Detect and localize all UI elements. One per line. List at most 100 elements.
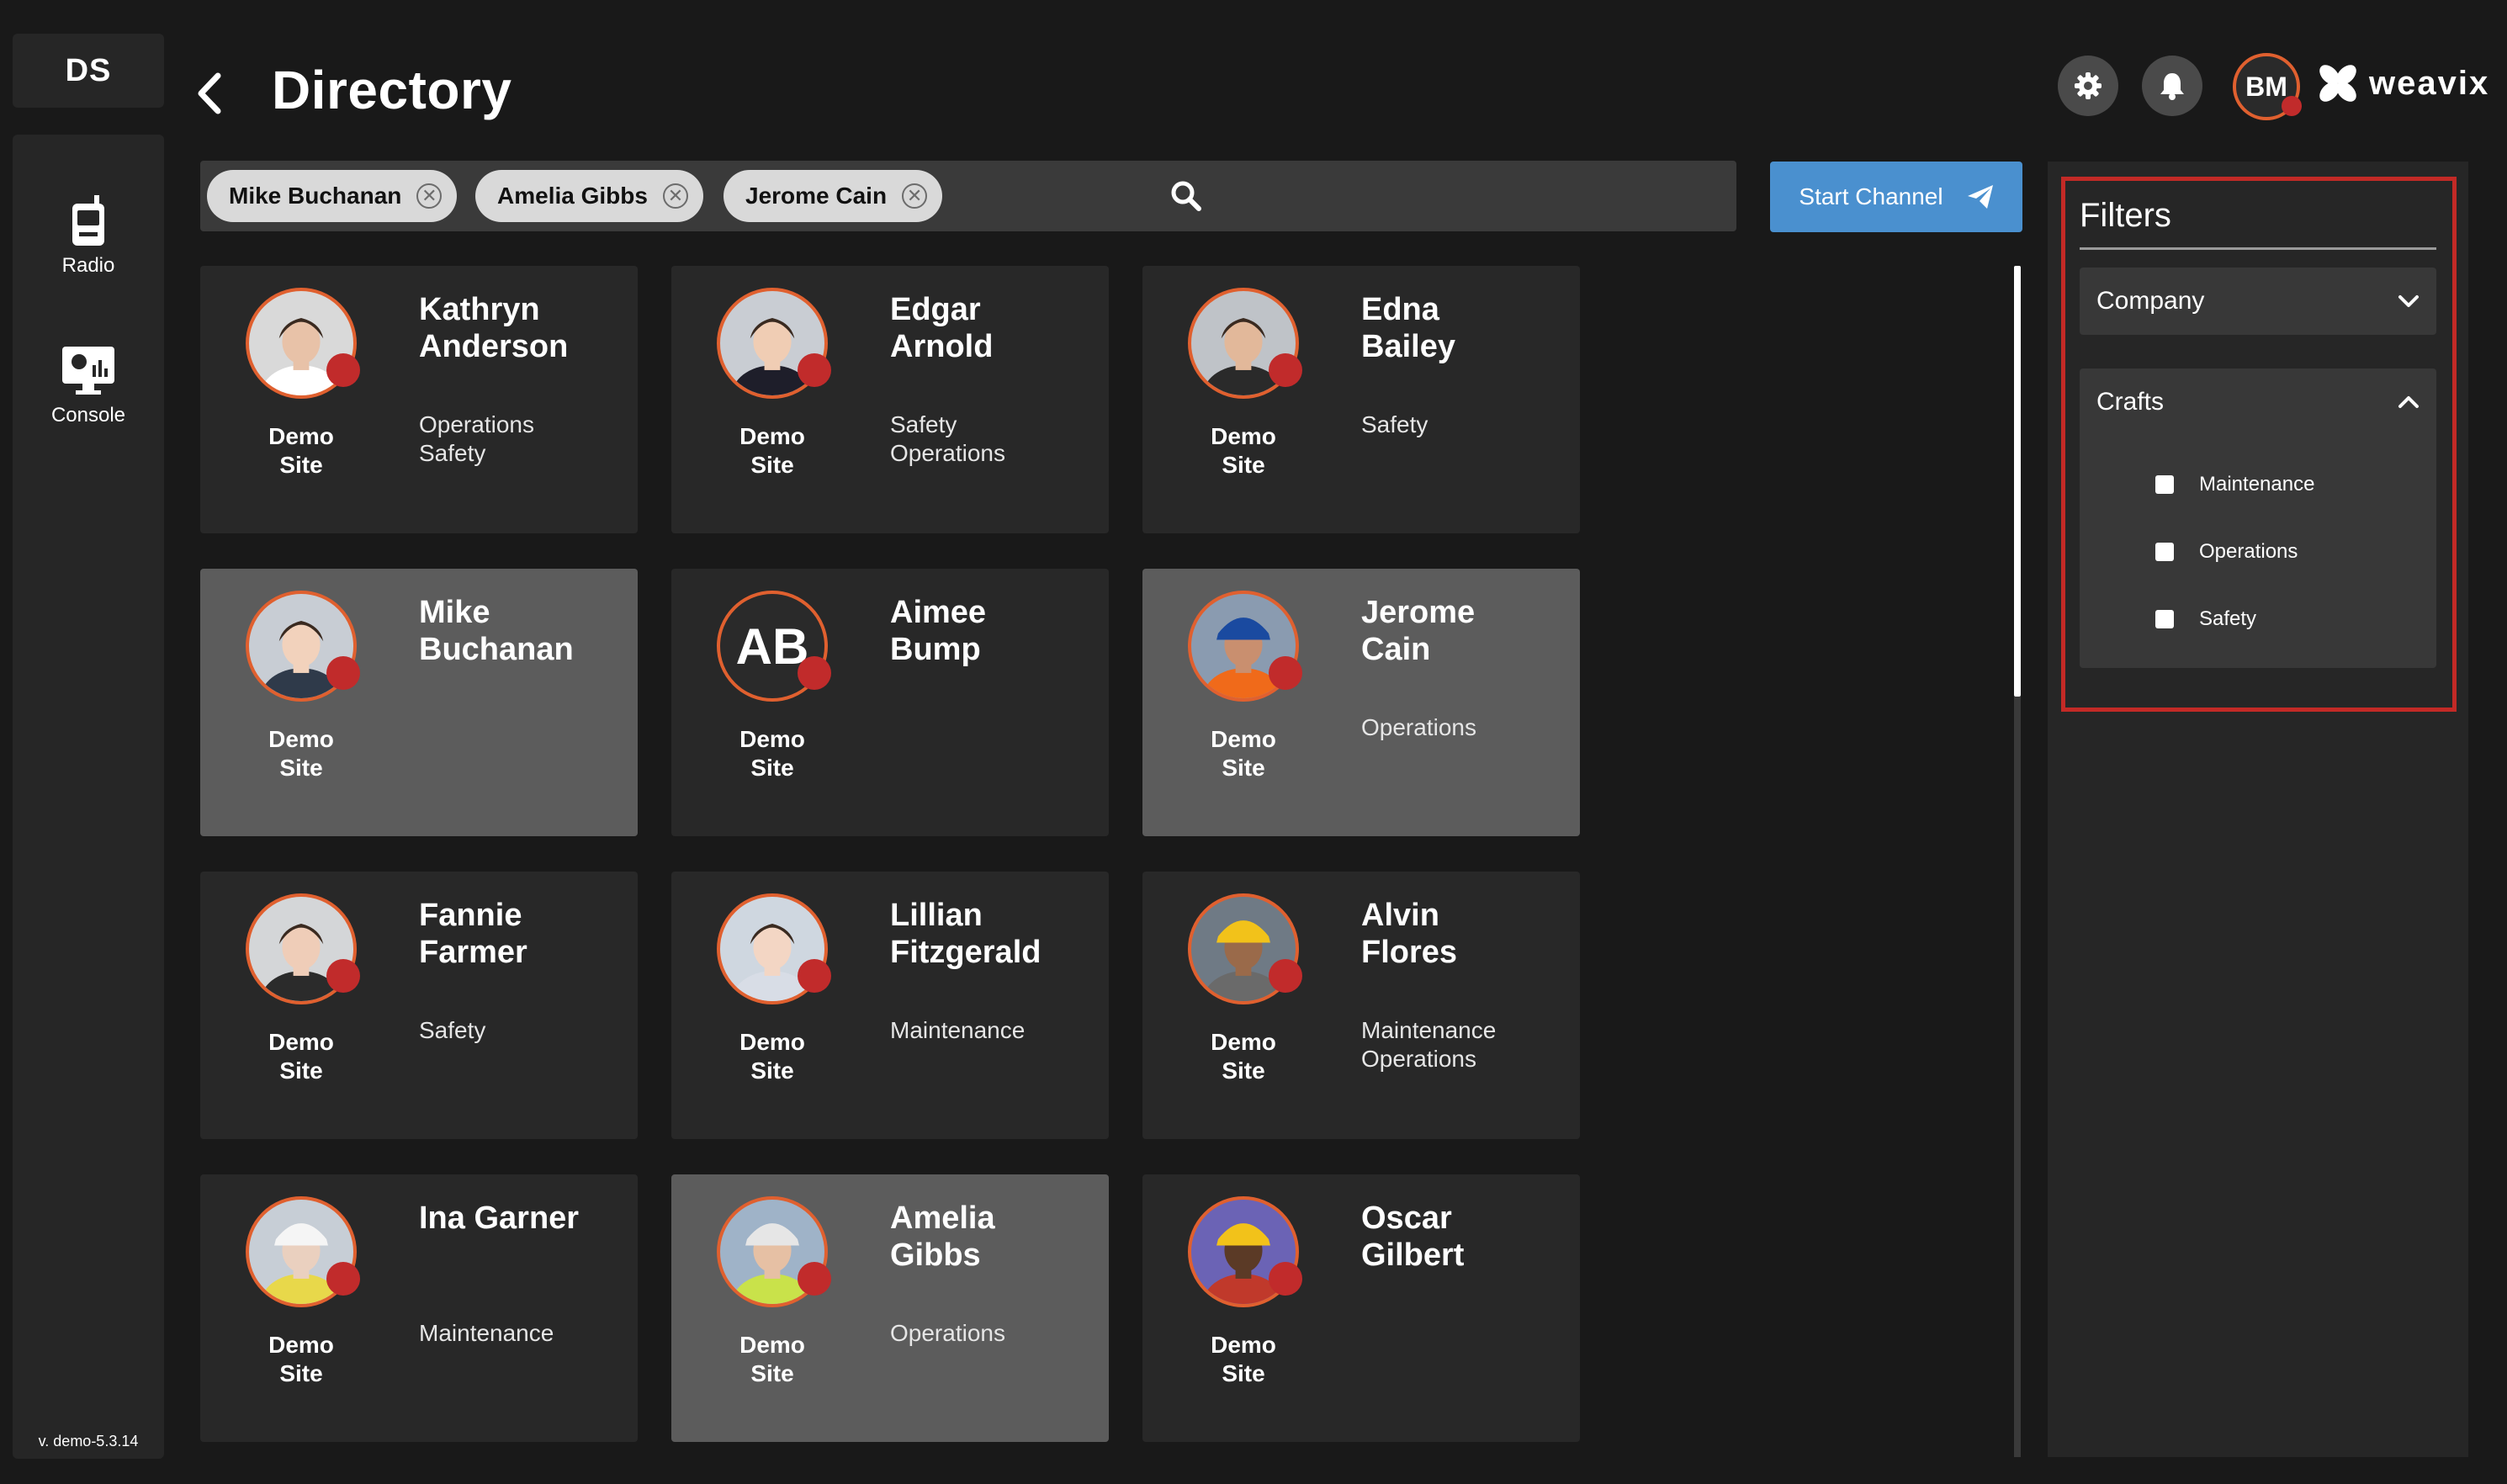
craft-label: Safety <box>890 411 957 437</box>
person-name-first: Lillian <box>890 898 983 933</box>
scrollbar-thumb[interactable] <box>2014 266 2021 697</box>
person-site: Demo Site <box>705 725 840 782</box>
remove-chip-icon[interactable]: ✕ <box>416 183 443 209</box>
person-card[interactable]: Demo Site Kathryn Anderson Operations Safety <box>200 266 638 533</box>
person-name-last: Flores <box>1361 935 1458 970</box>
person-card[interactable]: Demo Site Lillian Fitzgerald Maintenance <box>671 872 1109 1139</box>
gear-icon <box>2075 72 2102 99</box>
notifications-button[interactable] <box>2142 56 2202 116</box>
start-channel-label: Start Channel <box>1799 183 1943 209</box>
back-button[interactable] <box>189 66 230 121</box>
person-card[interactable]: Demo Site Alvin Flores Maintenance Operations <box>1142 872 1580 1139</box>
craft-option-operations[interactable]: Operations <box>2155 540 2298 564</box>
person-name-first: Mike <box>419 595 490 630</box>
search-icon[interactable] <box>1169 179 1203 213</box>
person-name: Mike Buchanan <box>419 594 629 668</box>
person-name-first: Amelia <box>890 1200 995 1236</box>
person-name-first: Kathryn <box>419 292 540 327</box>
craft-label: Safety <box>1361 411 1428 437</box>
person-crafts: Safety Operations <box>890 411 1100 468</box>
person-name: Lillian Fitzgerald <box>890 897 1100 971</box>
person-card[interactable]: Demo Site Edgar Arnold Safety Operations <box>671 266 1109 533</box>
person-crafts: Maintenance <box>890 1016 1100 1045</box>
person-crafts: Operations <box>1361 713 1572 742</box>
craft-option-label: Operations <box>2199 540 2298 563</box>
user-initials: BM <box>2245 71 2287 102</box>
settings-button[interactable] <box>2058 56 2118 116</box>
site-line: Site <box>750 1057 794 1084</box>
person-name-first: Jerome <box>1361 595 1476 630</box>
person-card[interactable]: Demo Site Oscar Gilbert <box>1142 1174 1580 1442</box>
nav-item-console[interactable]: Console <box>13 345 164 427</box>
craft-option-maintenance[interactable]: Maintenance <box>2155 473 2314 496</box>
craft-label: Maintenance <box>419 1320 554 1346</box>
status-dot <box>798 1262 831 1296</box>
person-card[interactable]: Demo Site Jerome Cain Operations <box>1142 569 1580 836</box>
person-card[interactable]: Demo Site Ina Garner Maintenance <box>200 1174 638 1442</box>
start-channel-button[interactable]: Start Channel <box>1770 162 2022 232</box>
craft-option-safety[interactable]: Safety <box>2155 607 2256 631</box>
person-site: Demo Site <box>234 422 368 480</box>
app-logo[interactable]: DS <box>13 34 164 108</box>
person-name-last: Buchanan <box>419 632 574 667</box>
crafts-filter-header[interactable]: Crafts <box>2080 368 2436 436</box>
status-dot <box>326 1262 360 1296</box>
app-version: v. demo-5.3.14 <box>38 1433 139 1450</box>
site-line: Site <box>750 755 794 781</box>
person-name-first: Aimee <box>890 595 987 630</box>
directory-search-bar[interactable]: Mike Buchanan ✕ Amelia Gibbs ✕ Jerome Ca… <box>200 161 1736 231</box>
weavix-logo-icon <box>2319 65 2356 102</box>
chevron-up-icon <box>2398 396 2419 408</box>
remove-chip-icon[interactable]: ✕ <box>902 183 928 209</box>
person-name: Kathryn Anderson <box>419 291 629 365</box>
site-line: Demo <box>1211 726 1276 752</box>
person-name-last: Cain <box>1361 632 1431 667</box>
scrollbar-track[interactable] <box>2014 697 2021 1457</box>
selected-chip[interactable]: Jerome Cain ✕ <box>723 170 943 222</box>
person-site: Demo Site <box>1176 422 1311 480</box>
site-line: Site <box>750 1360 794 1386</box>
person-site: Demo Site <box>705 1331 840 1388</box>
site-line: Demo <box>268 1332 334 1358</box>
person-crafts: Maintenance <box>419 1319 629 1348</box>
craft-label: Safety <box>419 440 486 466</box>
site-line: Demo <box>268 423 334 449</box>
person-name: Jerome Cain <box>1361 594 1572 668</box>
craft-label: Safety <box>419 1017 486 1043</box>
app-logo-text: DS <box>65 52 112 88</box>
site-line: Site <box>1222 1360 1265 1386</box>
status-dot <box>1269 959 1302 993</box>
selected-chip[interactable]: Amelia Gibbs ✕ <box>475 170 703 222</box>
person-crafts: Maintenance Operations <box>1361 1016 1572 1073</box>
person-site: Demo Site <box>705 1028 840 1085</box>
status-dot <box>798 656 831 690</box>
company-filter[interactable]: Company <box>2080 268 2436 335</box>
company-filter-label: Company <box>2096 287 2205 315</box>
site-line: Demo <box>739 423 805 449</box>
person-name-first: Ina Garner <box>419 1200 580 1236</box>
person-card[interactable]: Demo Site Amelia Gibbs Operations <box>671 1174 1109 1442</box>
person-card[interactable]: Demo Site Edna Bailey Safety <box>1142 266 1580 533</box>
remove-chip-icon[interactable]: ✕ <box>662 183 688 209</box>
user-status-dot <box>2282 96 2302 116</box>
person-name-first: Fannie <box>419 898 522 933</box>
person-site: Demo Site <box>234 1028 368 1085</box>
craft-checkbox[interactable] <box>2155 543 2174 561</box>
craft-checkbox[interactable] <box>2155 610 2174 628</box>
chip-label: Amelia Gibbs <box>497 183 648 209</box>
status-dot <box>326 353 360 387</box>
person-card[interactable]: Demo Site Fannie Farmer Safety <box>200 872 638 1139</box>
site-line: Demo <box>739 726 805 752</box>
selected-chip[interactable]: Mike Buchanan ✕ <box>207 170 458 222</box>
person-site: Demo Site <box>1176 1331 1311 1388</box>
site-line: Demo <box>1211 1029 1276 1055</box>
site-line: Demo <box>268 726 334 752</box>
person-name-last: Fitzgerald <box>890 935 1041 970</box>
person-card[interactable]: Demo Site Mike Buchanan <box>200 569 638 836</box>
company-filter-header[interactable]: Company <box>2080 268 2436 335</box>
person-card[interactable]: AB Demo Site Aimee Bump <box>671 569 1109 836</box>
nav-item-radio[interactable]: Radio <box>13 195 164 278</box>
craft-checkbox[interactable] <box>2155 475 2174 494</box>
craft-label: Operations <box>419 411 534 437</box>
filters-title: Filters <box>2080 197 2171 234</box>
